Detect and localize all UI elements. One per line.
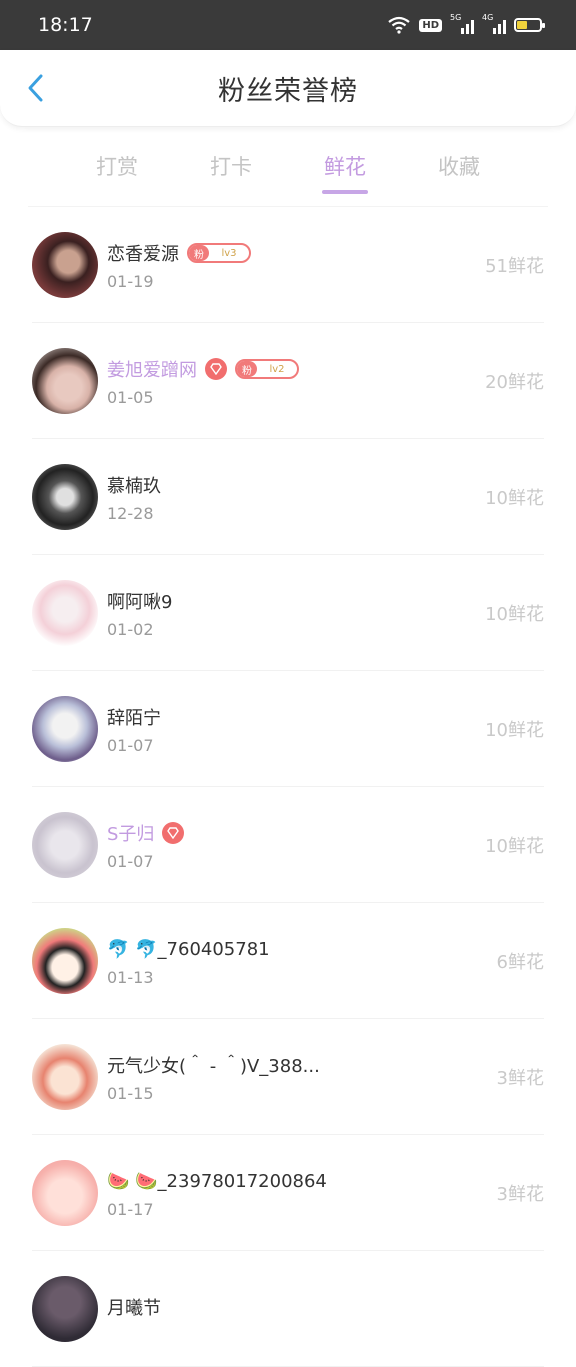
list-item[interactable]: S子归 01-07 10鲜花 bbox=[32, 787, 544, 903]
fan-list: 恋香爱源 粉 lv3 01-19 51鲜花 姜旭爱蹭网 粉 lv2 01-05 20… bbox=[0, 207, 576, 1367]
fan-level-badge: 粉 lv3 bbox=[187, 243, 251, 263]
avatar bbox=[32, 1043, 98, 1110]
list-item[interactable]: 月曦节 bbox=[32, 1251, 544, 1367]
diamond-icon bbox=[162, 822, 185, 844]
date: 01-05 bbox=[107, 388, 154, 407]
battery-icon bbox=[514, 18, 545, 32]
flower-count: 20鲜花 bbox=[485, 371, 544, 393]
flower-count: 10鲜花 bbox=[485, 835, 544, 857]
list-item[interactable]: 辞陌宁 01-07 10鲜花 bbox=[32, 671, 544, 787]
flower-count: 10鲜花 bbox=[485, 487, 544, 509]
avatar bbox=[32, 1159, 98, 1226]
avatar bbox=[32, 1275, 98, 1342]
page-title: 粉丝荣誉榜 bbox=[218, 75, 358, 107]
list-item[interactable]: 恋香爱源 粉 lv3 01-19 51鲜花 bbox=[32, 207, 544, 323]
wifi-icon bbox=[387, 15, 411, 35]
date: 01-07 bbox=[107, 852, 154, 871]
diamond-icon bbox=[205, 358, 227, 380]
user-name: 🍉 🍉_23978017200864 bbox=[107, 1170, 327, 1192]
user-name: 🐬 🐬_760405781 bbox=[107, 938, 270, 960]
status-icons: HD 5G 4G bbox=[387, 13, 545, 35]
date: 01-17 bbox=[107, 1200, 154, 1219]
avatar bbox=[32, 811, 98, 878]
avatar bbox=[32, 579, 98, 646]
signal-5g-icon: 5G bbox=[450, 13, 474, 34]
tab-flowers[interactable]: 鲜花 bbox=[322, 142, 368, 194]
user-name: S子归 bbox=[107, 824, 155, 845]
back-button[interactable] bbox=[20, 72, 50, 104]
tab-bar: 打赏 打卡 鲜花 收藏 bbox=[28, 127, 548, 207]
status-time: 18:17 bbox=[38, 14, 93, 36]
user-name: 元气少女(＾ - ＾)V_388... bbox=[107, 1056, 320, 1077]
date: 01-07 bbox=[107, 736, 154, 755]
user-name: 月曦节 bbox=[107, 1297, 161, 1319]
flower-count: 3鲜花 bbox=[496, 1183, 544, 1205]
user-name: 恋香爱源 bbox=[107, 244, 179, 265]
list-item[interactable]: 慕楠玖 12-28 10鲜花 bbox=[32, 439, 544, 555]
avatar bbox=[32, 347, 98, 414]
avatar bbox=[32, 463, 98, 530]
date: 01-15 bbox=[107, 1084, 154, 1103]
date: 01-13 bbox=[107, 968, 154, 987]
list-item[interactable]: 元气少女(＾ - ＾)V_388... 01-15 3鲜花 bbox=[32, 1019, 544, 1135]
page-header: 粉丝荣誉榜 bbox=[0, 50, 576, 127]
user-name: 啊阿啾9 bbox=[107, 592, 173, 613]
list-item[interactable]: 姜旭爱蹭网 粉 lv2 01-05 20鲜花 bbox=[32, 323, 544, 439]
avatar bbox=[32, 231, 98, 298]
user-name: 慕楠玖 bbox=[107, 476, 161, 497]
list-item[interactable]: 啊阿啾9 01-02 10鲜花 bbox=[32, 555, 544, 671]
list-item[interactable]: 🍉 🍉_23978017200864 01-17 3鲜花 bbox=[32, 1135, 544, 1251]
fan-level-badge: 粉 lv2 bbox=[235, 359, 299, 379]
chevron-left-icon bbox=[28, 74, 43, 102]
flower-count: 51鲜花 bbox=[485, 255, 544, 277]
date: 01-19 bbox=[107, 272, 154, 291]
date: 12-28 bbox=[107, 504, 154, 523]
avatar bbox=[32, 695, 98, 762]
user-name: 姜旭爱蹭网 bbox=[107, 360, 197, 381]
flower-count: 10鲜花 bbox=[485, 719, 544, 741]
avatar bbox=[32, 927, 98, 994]
tab-checkin[interactable]: 打卡 bbox=[208, 142, 254, 192]
tab-favorites[interactable]: 收藏 bbox=[436, 142, 482, 192]
tab-reward[interactable]: 打赏 bbox=[94, 142, 140, 192]
signal-4g-icon: 4G bbox=[482, 13, 506, 34]
hd-icon: HD bbox=[419, 18, 442, 32]
status-bar: 18:17 HD 5G 4G bbox=[0, 0, 576, 50]
flower-count: 3鲜花 bbox=[496, 1067, 544, 1089]
flower-count: 10鲜花 bbox=[485, 603, 544, 625]
date: 01-02 bbox=[107, 620, 154, 639]
flower-count: 6鲜花 bbox=[496, 951, 544, 973]
list-item[interactable]: 🐬 🐬_760405781 01-13 6鲜花 bbox=[32, 903, 544, 1019]
user-name: 辞陌宁 bbox=[107, 708, 161, 729]
